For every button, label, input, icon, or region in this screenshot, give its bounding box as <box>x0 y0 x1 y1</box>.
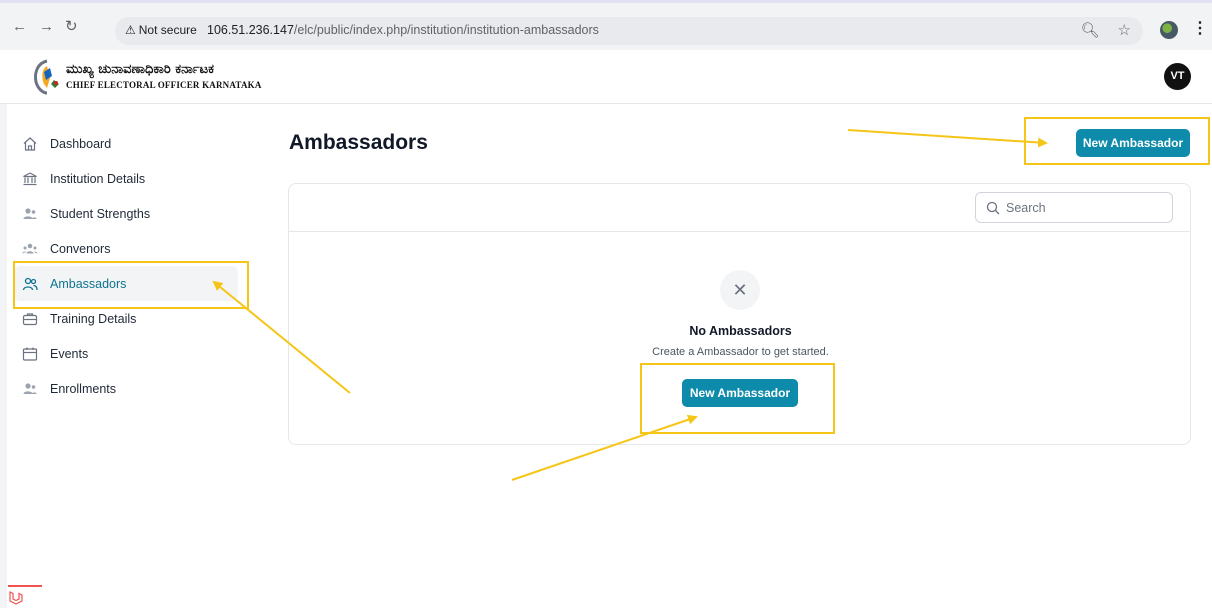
address-bar[interactable]: ⚠ Not secure 106.51.236.147/elc/public/in… <box>115 17 1143 45</box>
sidebar-item-enrollments[interactable]: Enrollments <box>14 371 238 406</box>
empty-state-title: No Ambassadors <box>689 324 792 338</box>
table-toolbar <box>289 184 1190 232</box>
ambassadors-table-card: ✕ No Ambassadors Create a Ambassador to … <box>288 183 1191 445</box>
forward-arrow-icon[interactable]: → <box>39 19 54 35</box>
search-box[interactable] <box>975 192 1173 223</box>
sidebar-item-label: Events <box>50 346 89 361</box>
arrow-to-top-button <box>847 129 1048 148</box>
sidebar-item-label: Dashboard <box>50 136 112 151</box>
sidebar-item-student-strengths[interactable]: Student Strengths <box>14 196 238 231</box>
sidebar-item-convenors[interactable]: Convenors <box>14 231 238 266</box>
user-avatar[interactable]: VT <box>1164 63 1191 90</box>
org-name-english: CHIEF ELECTORAL OFFICER KARNATAKA <box>66 80 262 90</box>
sidebar-item-label: Student Strengths <box>50 206 151 221</box>
sidebar-scroll-track <box>0 104 7 608</box>
empty-state-x-icon: ✕ <box>720 270 760 310</box>
user-group-icon <box>22 241 38 257</box>
reload-icon[interactable]: ↻ <box>65 19 78 35</box>
warning-icon: ⚠ <box>125 23 136 37</box>
sidebar-item-dashboard[interactable]: Dashboard <box>14 126 238 161</box>
search-icon <box>986 201 1000 214</box>
home-icon <box>22 136 38 152</box>
back-arrow-icon[interactable]: ← <box>12 19 27 35</box>
sidebar-item-label: Enrollments <box>50 381 116 396</box>
sidebar-nav: Dashboard Institution Details Student St… <box>14 126 238 406</box>
security-indicator[interactable]: ⚠ Not secure <box>125 23 197 37</box>
browser-menu-icon[interactable]: ⋮ <box>1192 18 1208 38</box>
briefcase-icon <box>22 311 38 327</box>
sidebar-item-institution-details[interactable]: Institution Details <box>14 161 238 196</box>
election-commission-logo-icon <box>34 59 59 95</box>
search-input[interactable] <box>1006 200 1166 215</box>
laravel-debugbar-icon[interactable] <box>8 585 42 608</box>
sidebar-item-events[interactable]: Events <box>14 336 238 371</box>
users-icon <box>22 206 38 222</box>
sidebar-item-label: Convenors <box>50 241 111 256</box>
url-text[interactable]: 106.51.236.147/elc/public/index.php/inst… <box>207 23 599 37</box>
page-title: Ambassadors <box>289 131 428 154</box>
browser-toolbar: ← → ↻ ⚠ Not secure 106.51.236.147/elc/pub… <box>0 0 1212 50</box>
browser-profile-icon[interactable] <box>1160 21 1178 39</box>
calendar-icon <box>22 346 38 362</box>
app-header: ಮುಖ್ಯ ಚುನಾವಣಾಧಿಕಾರಿ ಕರ್ನಾಟಕ CHIEF ELECTO… <box>0 50 1212 104</box>
sidebar-item-label: Institution Details <box>50 171 146 186</box>
bookmark-star-icon[interactable]: ☆ <box>1118 22 1131 39</box>
sidebar-item-ambassadors[interactable]: Ambassadors <box>14 266 238 301</box>
users-outline-icon <box>22 276 38 292</box>
empty-state-description: Create a Ambassador to get started. <box>652 346 829 358</box>
bank-icon <box>22 171 38 187</box>
sidebar-item-label: Training Details <box>50 311 137 326</box>
users-icon <box>22 381 38 397</box>
sidebar-item-label: Ambassadors <box>50 276 127 291</box>
sidebar-item-training-details[interactable]: Training Details <box>14 301 238 336</box>
org-name-kannada: ಮುಖ್ಯ ಚುನಾವಣಾಧಿಕಾರಿ ಕರ್ನಾಟಕ <box>66 62 214 77</box>
zoom-icon[interactable]: 🔍︎ <box>1081 22 1100 39</box>
new-ambassador-button[interactable]: New Ambassador <box>1076 129 1190 157</box>
empty-state-new-ambassador-button[interactable]: New Ambassador <box>682 379 798 407</box>
